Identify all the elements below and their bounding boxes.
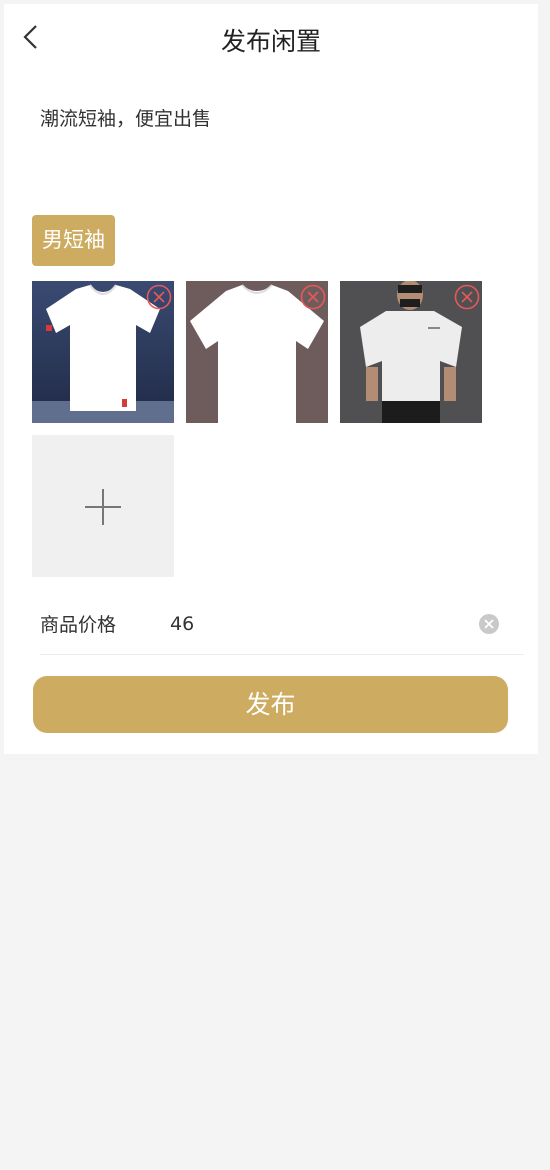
photo-thumbnail-2[interactable] [186,281,328,423]
publish-button[interactable]: 发布 [33,676,508,733]
clear-price-button[interactable] [478,613,500,635]
remove-photo-3-button[interactable] [454,284,480,310]
close-circle-icon [146,284,172,310]
clear-icon [479,614,499,634]
nav-header: 发布闲置 [4,4,538,70]
publish-page: 发布闲置 潮流短袖，便宜出售 男短袖 商品价格 46 发布 [4,4,538,754]
remove-photo-2-button[interactable] [300,284,326,310]
price-row: 商品价格 [40,600,524,655]
page-title: 发布闲置 [220,27,321,56]
photo-thumbnail-3[interactable] [340,281,482,423]
item-description[interactable]: 潮流短袖，便宜出售 [40,104,211,131]
close-circle-icon [454,284,480,310]
plus-icon [85,489,121,525]
close-circle-icon [300,284,326,310]
price-label: 商品价格 [40,614,117,636]
add-photo-button[interactable] [32,435,174,577]
photo-thumbnail-1[interactable] [32,281,174,423]
remove-photo-1-button[interactable] [146,284,172,310]
price-input[interactable] [168,606,472,642]
category-tag[interactable]: 男短袖 [32,215,115,266]
